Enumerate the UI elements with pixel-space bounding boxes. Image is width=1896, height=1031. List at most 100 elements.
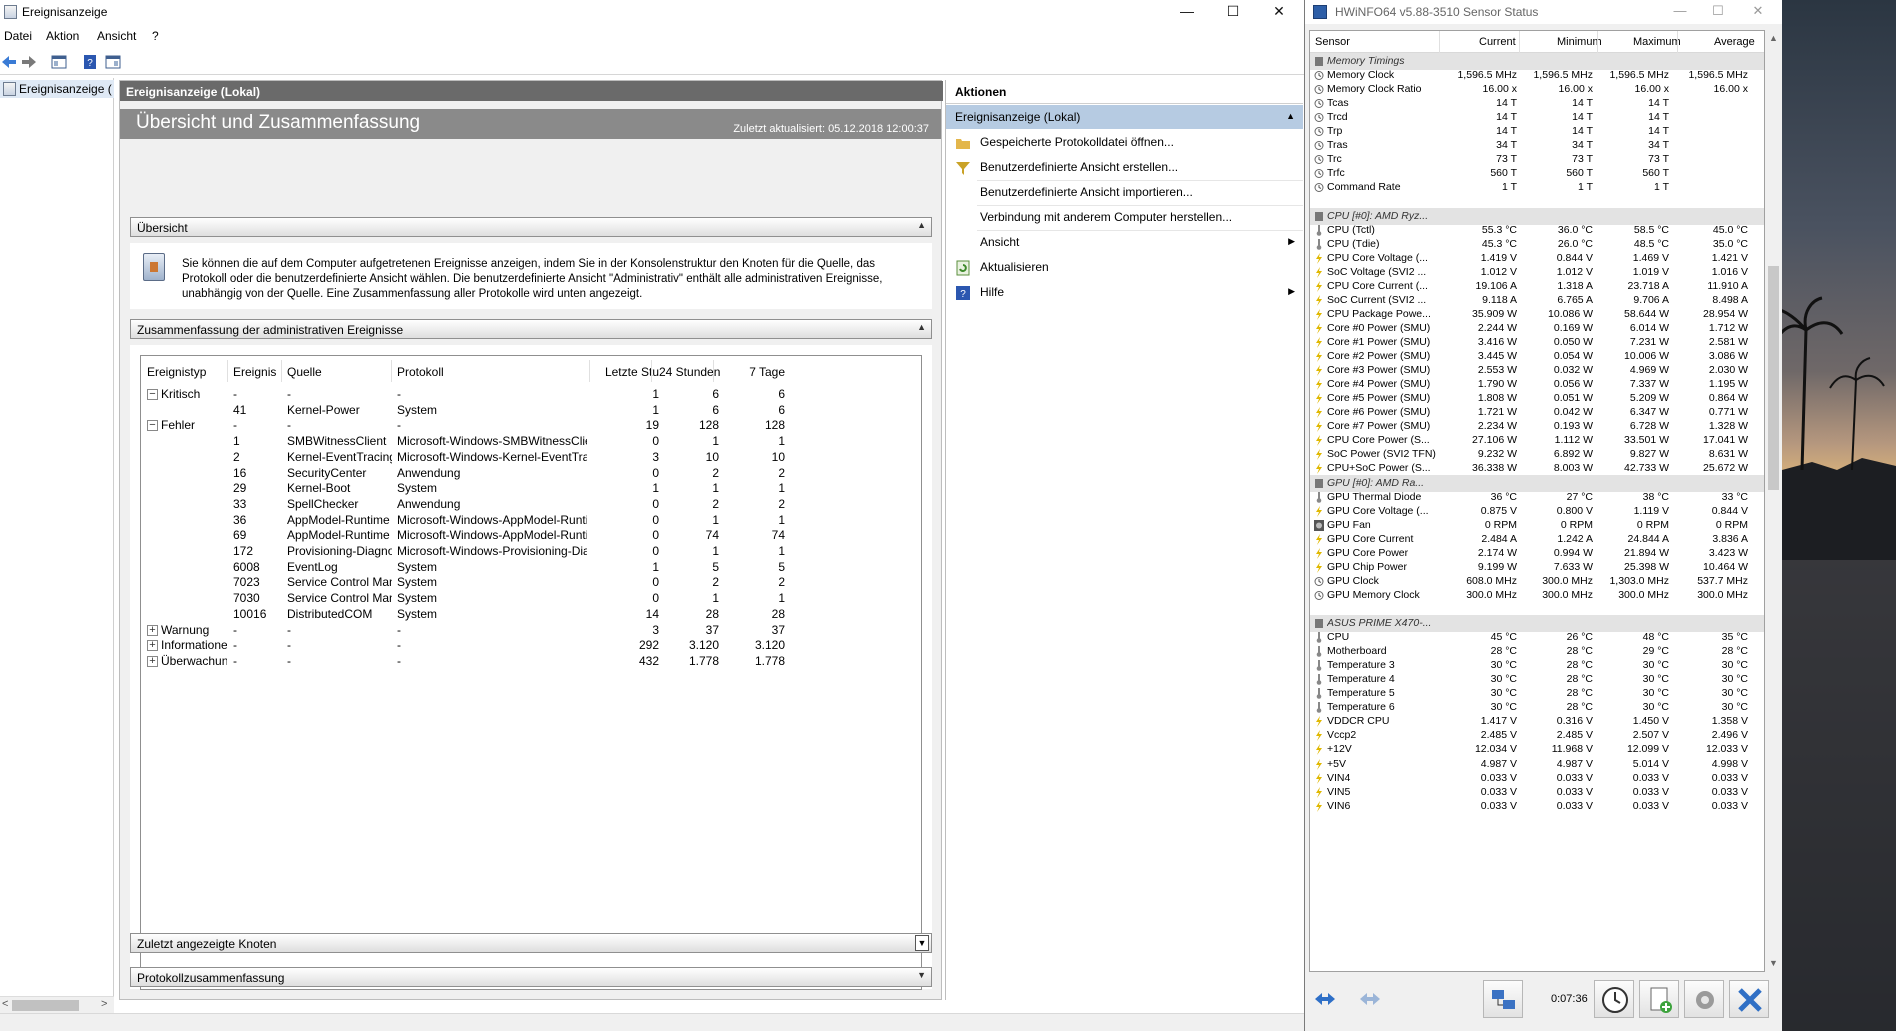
overview-banner: Übersicht und Zusammenfassung Zuletzt ak… bbox=[120, 109, 941, 139]
hwinfo-close-button[interactable]: ✕ bbox=[1735, 0, 1781, 24]
hwinfo-app-icon bbox=[1313, 5, 1327, 19]
action-pane-toggle-button[interactable] bbox=[104, 53, 122, 71]
col-minimum[interactable]: Minimum bbox=[1557, 36, 1602, 48]
hwinfo-clock-button[interactable] bbox=[1594, 980, 1634, 1018]
tree-node-event-viewer-local[interactable]: Ereignisanzeige (Lokal) bbox=[0, 80, 114, 98]
lightning-icon bbox=[1314, 463, 1324, 475]
menu-help[interactable]: ? bbox=[152, 29, 159, 43]
section-log-summary-header[interactable]: Protokollzusammenfassung ▼ bbox=[130, 967, 932, 987]
collapse-icon[interactable]: − bbox=[147, 389, 158, 400]
expand-icon[interactable]: ▼ bbox=[915, 935, 929, 951]
clock-icon bbox=[1314, 98, 1324, 109]
collapse-icon[interactable]: − bbox=[147, 420, 158, 432]
sensor-avg: 537.7 MHz bbox=[1697, 574, 1748, 587]
scroll-right-icon[interactable]: > bbox=[101, 998, 107, 1010]
column-header-3[interactable]: Protokoll bbox=[397, 365, 444, 379]
cell-id: 6008 bbox=[233, 559, 260, 574]
action-item[interactable]: Benutzerdefinierte Ansicht erstellen... bbox=[946, 155, 1303, 180]
collapse-icon[interactable]: ▲ bbox=[1286, 111, 1295, 121]
sensor-max: 1,303.0 MHz bbox=[1609, 574, 1669, 587]
sensor-max: 14 T bbox=[1648, 111, 1669, 124]
col-current[interactable]: Current bbox=[1479, 36, 1516, 48]
sensor-name: GPU Chip Power bbox=[1327, 560, 1407, 573]
menu-datei[interactable]: Datei bbox=[4, 29, 32, 43]
maximize-button[interactable]: ☐ bbox=[1210, 0, 1256, 24]
lightning-icon bbox=[1314, 533, 1324, 545]
clock-icon bbox=[1314, 576, 1324, 587]
col-average[interactable]: Average bbox=[1714, 36, 1755, 48]
column-header-5[interactable]: 24 Stunden bbox=[659, 365, 720, 379]
column-header-2[interactable]: Quelle bbox=[287, 365, 322, 379]
cell-h1: 1 bbox=[652, 402, 659, 417]
menu-ansicht[interactable]: Ansicht bbox=[97, 29, 136, 43]
hwinfo-network-button[interactable] bbox=[1483, 980, 1523, 1018]
scroll-left-icon[interactable]: < bbox=[2, 998, 8, 1010]
sensor-cur: 2.174 W bbox=[1477, 546, 1517, 559]
scroll-thumb[interactable] bbox=[12, 1000, 79, 1011]
sensor-name: CPU+SoC Power (S... bbox=[1327, 462, 1431, 475]
action-item[interactable]: Benutzerdefinierte Ansicht importieren..… bbox=[946, 180, 1303, 205]
sensor-max: 38 °C bbox=[1642, 490, 1669, 503]
cell-h1: 3 bbox=[652, 622, 659, 637]
sensor-min: 300.0 MHz bbox=[1542, 588, 1593, 601]
back-button[interactable] bbox=[0, 53, 18, 71]
sensor-avg: 2.581 W bbox=[1708, 336, 1748, 348]
expand-icon[interactable]: ▼ bbox=[917, 970, 926, 980]
action-item[interactable]: Aktualisieren bbox=[946, 255, 1303, 280]
column-header-0[interactable]: Ereignistyp bbox=[147, 365, 206, 379]
hwinfo-exit-button[interactable] bbox=[1729, 980, 1769, 1018]
refresh-icon bbox=[955, 260, 971, 276]
forward-button[interactable] bbox=[20, 53, 38, 71]
hwinfo-prev-button[interactable] bbox=[1307, 980, 1345, 1018]
sensor-vertical-scrollbar[interactable]: ▲ ▼ bbox=[1765, 30, 1782, 972]
close-button[interactable]: ✕ bbox=[1256, 0, 1302, 24]
col-maximum[interactable]: Maximum bbox=[1633, 36, 1681, 48]
action-item[interactable]: Verbindung mit anderem Computer herstell… bbox=[946, 205, 1303, 230]
scroll-down-icon[interactable]: ▼ bbox=[1769, 958, 1778, 968]
tree-node-label: Ereignisanzeige (Lokal) bbox=[19, 82, 112, 96]
collapse-icon[interactable]: ▲ bbox=[917, 322, 926, 332]
actions-selected-label: Ereignisanzeige (Lokal) bbox=[955, 110, 1081, 124]
cell-d7: 1 bbox=[778, 512, 785, 527]
tree-horizontal-scrollbar[interactable]: < > bbox=[0, 996, 114, 1013]
sensor-cur: 300.0 MHz bbox=[1466, 588, 1517, 601]
hwinfo-next-button[interactable] bbox=[1352, 980, 1390, 1018]
column-header-1[interactable]: Ereignis bbox=[233, 365, 276, 379]
scroll-up-icon[interactable]: ▲ bbox=[1769, 33, 1778, 43]
collapse-icon[interactable]: ▲ bbox=[917, 220, 926, 230]
expand-icon[interactable]: + bbox=[147, 640, 158, 652]
section-summary-header[interactable]: Zusammenfassung der administrativen Erei… bbox=[130, 319, 932, 339]
sensor-avg: 3.423 W bbox=[1708, 546, 1748, 559]
action-item[interactable]: Ansicht ▶ bbox=[946, 230, 1303, 255]
show-hide-tree-button[interactable] bbox=[50, 53, 68, 71]
cell-d7: 10 bbox=[771, 449, 785, 464]
actions-selected-node[interactable]: Ereignisanzeige (Lokal) ▲ bbox=[946, 105, 1303, 129]
action-item[interactable]: ? Hilfe ▶ bbox=[946, 280, 1303, 305]
section-overview-header[interactable]: Übersicht ▲ bbox=[130, 217, 932, 237]
sensor-min: 6.892 W bbox=[1553, 448, 1593, 461]
expand-icon[interactable]: + bbox=[147, 624, 158, 636]
sensor-max: 16.00 x bbox=[1634, 83, 1669, 96]
section-recent-nodes-header[interactable]: Zuletzt angezeigte Knoten ▼ bbox=[130, 933, 932, 953]
cell-log: Microsoft-Windows-AppModel-Runtime... bbox=[397, 512, 587, 527]
minimize-button[interactable]: — bbox=[1164, 0, 1210, 24]
col-sensor[interactable]: Sensor bbox=[1315, 36, 1350, 48]
expand-icon[interactable]: + bbox=[147, 655, 158, 667]
action-item[interactable]: Gespeicherte Protokolldatei öffnen... bbox=[946, 130, 1303, 155]
hwinfo-settings-button[interactable] bbox=[1684, 980, 1724, 1018]
sensor-row[interactable]: VIN6 0.033 V 0.033 V 0.033 V 0.033 V bbox=[1310, 798, 1764, 815]
cell-d7: 1 bbox=[778, 591, 785, 606]
lightning-icon bbox=[1314, 280, 1324, 292]
cell-h24: 1.778 bbox=[688, 653, 719, 668]
sensor-name: VIN5 bbox=[1327, 785, 1351, 798]
clock-icon bbox=[1314, 168, 1324, 179]
help-button[interactable]: ? bbox=[81, 53, 99, 71]
scroll-thumb[interactable] bbox=[1768, 266, 1779, 490]
column-header-6[interactable]: 7 Tage bbox=[731, 365, 785, 379]
sensor-max: 34 T bbox=[1648, 139, 1669, 152]
table-row[interactable]: +Überwachun...---4321.7781.778 bbox=[141, 652, 921, 671]
menu-aktion[interactable]: Aktion bbox=[46, 29, 79, 43]
elapsed-timer: 0:07:36 bbox=[1551, 993, 1588, 1005]
hwinfo-log-button[interactable] bbox=[1639, 980, 1679, 1018]
lightning-icon bbox=[1314, 337, 1324, 348]
